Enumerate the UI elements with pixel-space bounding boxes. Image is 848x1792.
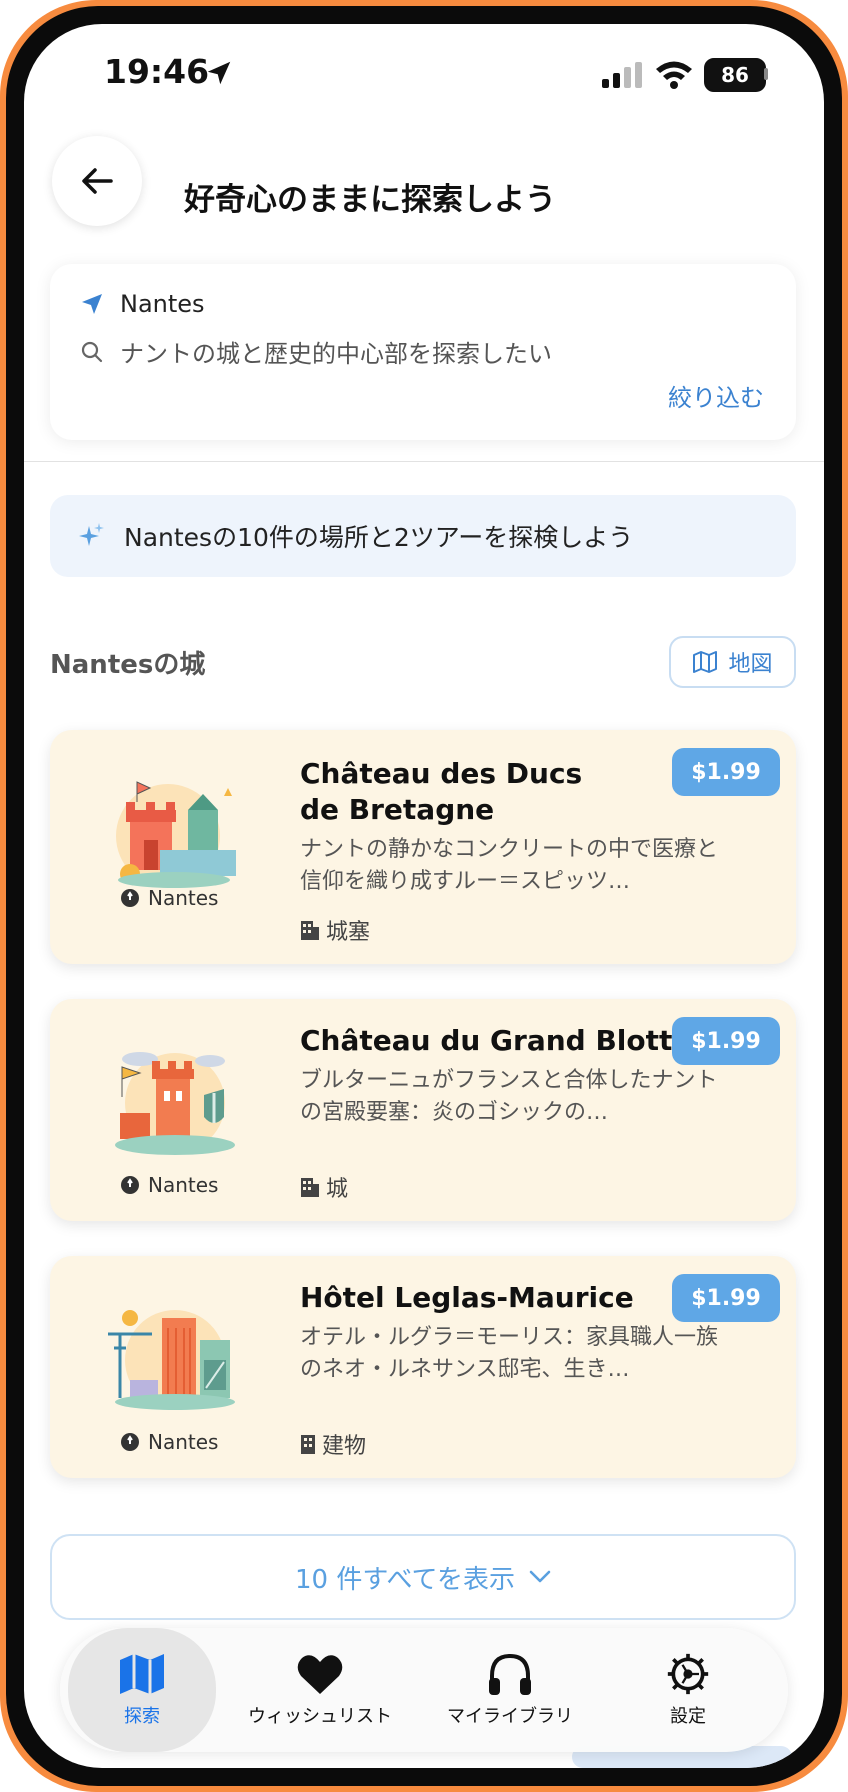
place-card[interactable]: Nantes Château des Ducs de Bretagne ナントの… (50, 730, 796, 964)
card-type-label: 城塞 (326, 920, 371, 945)
search-query[interactable]: ナントの城と歴史的中心部を探索したい (80, 334, 552, 369)
tab-library-label: マイライブラリ (447, 1706, 573, 1727)
map-icon (693, 651, 718, 673)
filter-link[interactable]: 絞り込む (668, 378, 764, 413)
card-type: 城 (300, 1171, 348, 1203)
banner-text: Nantesの10件の場所と2ツアーを探検しよう (124, 523, 634, 552)
pin-icon (121, 889, 139, 907)
show-all-label: 10 件すべてを表示 (295, 1564, 515, 1595)
cellular-signal-icon (602, 62, 642, 88)
map-button[interactable]: 地図 (669, 636, 796, 688)
chevron-down-icon (529, 1570, 551, 1583)
tab-explore-label: 探索 (124, 1706, 160, 1727)
card-city-label: Nantes (148, 886, 219, 910)
app-screen: 19:46 86 好奇心のままに探索しよう Nantes ナントの城と歴史的中心… (24, 24, 824, 1768)
search-query-text: ナントの城と歴史的中心部を探索したい (120, 340, 552, 368)
battery-indicator: 86 (704, 58, 766, 92)
card-type: 城塞 (300, 914, 370, 946)
card-type-label: 城 (326, 1177, 349, 1202)
card-description: ブルターニュがフランスと合体したナントの宮殿要塞：炎のゴシックの… (300, 1068, 718, 1125)
arrow-left-icon (82, 168, 113, 194)
castle-illustration (115, 1052, 235, 1155)
status-bar: 19:46 86 (24, 24, 824, 124)
section-title: Nantesの城 (50, 650, 206, 680)
show-all-button[interactable]: 10 件すべてを表示 (50, 1534, 796, 1620)
building-icon (301, 1178, 319, 1197)
card-type-label: 建物 (322, 1434, 367, 1459)
location-arrow-icon (207, 61, 231, 85)
map-icon (120, 1654, 164, 1694)
castle-illustration (116, 781, 236, 888)
sparkles-icon (79, 523, 104, 546)
location-row[interactable]: Nantes (80, 290, 205, 318)
card-description: オテル・ルグラ＝モーリス：家具職人一族のネオ・ルネサンス邸宅、生き… (300, 1325, 719, 1382)
building-illustration (108, 1310, 235, 1410)
battery-cap (764, 68, 768, 80)
tab-explore[interactable]: 探索 (68, 1628, 216, 1752)
card-city: Nantes (120, 1173, 218, 1197)
pin-icon (121, 1433, 139, 1451)
map-button-label: 地図 (728, 652, 773, 677)
info-banner: Nantesの10件の場所と2ツアーを探検しよう (50, 495, 796, 577)
location-label: Nantes (120, 290, 205, 318)
pin-icon (121, 1176, 139, 1194)
place-card[interactable]: Nantes Château du Grand Blottereau ブルターニ… (50, 999, 796, 1221)
wifi-icon (656, 61, 692, 89)
card-city: Nantes (120, 1430, 218, 1454)
price-badge[interactable]: $1.99 (672, 1017, 780, 1065)
location-arrow-icon (82, 294, 102, 314)
tab-settings[interactable]: 設定 (608, 1628, 768, 1752)
tab-bar: 探索 ウィッシュリスト マイライブラリ 設定 (60, 1628, 788, 1752)
divider (24, 461, 824, 462)
tab-wishlist-label: ウィッシュリスト (248, 1706, 392, 1727)
gear-icon (667, 1653, 709, 1695)
card-city-label: Nantes (148, 1430, 219, 1454)
card-city-label: Nantes (148, 1173, 219, 1197)
headphones-icon (489, 1653, 531, 1695)
heart-icon (297, 1655, 343, 1694)
price-badge[interactable]: $1.99 (672, 1274, 780, 1322)
price-badge[interactable]: $1.99 (672, 748, 780, 796)
card-city: Nantes (120, 886, 218, 910)
building-icon (301, 921, 319, 940)
tab-library[interactable]: マイライブラリ (430, 1628, 590, 1752)
card-type: 建物 (300, 1428, 366, 1460)
status-time: 19:46 (104, 52, 210, 91)
search-card[interactable]: Nantes ナントの城と歴史的中心部を探索したい 絞り込む (50, 264, 796, 440)
tab-wishlist[interactable]: ウィッシュリスト (240, 1628, 400, 1752)
search-icon (81, 341, 103, 362)
tab-settings-label: 設定 (670, 1706, 706, 1727)
place-card[interactable]: Nantes Hôtel Leglas-Maurice オテル・ルグラ＝モーリス… (50, 1256, 796, 1478)
card-description: ナントの静かなコンクリートの中で医療と信仰を織り成すルー＝スピッツ… (300, 837, 719, 894)
card-title-text: Château des Ducs de Bretagne (300, 757, 583, 826)
building-icon (301, 1435, 315, 1454)
page-title: 好奇心のままに探索しよう (184, 182, 556, 218)
back-button[interactable] (52, 136, 142, 226)
